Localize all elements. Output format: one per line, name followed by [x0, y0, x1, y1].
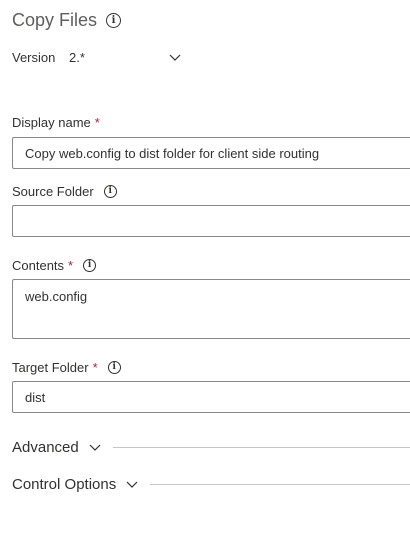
contents-label: Contents	[12, 258, 65, 273]
task-title: Copy Files	[12, 10, 98, 30]
display-name-value: Copy web.config to dist folder for clien…	[25, 145, 320, 161]
version-value: 2.*	[69, 50, 85, 65]
control-options-section-label: Control Options	[12, 476, 117, 493]
target-folder-value: dist	[25, 389, 46, 405]
display-name-label: Display name	[12, 115, 91, 130]
contents-label-row: Contents * i	[12, 258, 97, 273]
chevron-down-icon	[89, 444, 101, 451]
info-icon[interactable]: i	[107, 361, 121, 374]
info-icon[interactable]: i	[83, 259, 97, 272]
required-mark: *	[94, 115, 100, 130]
required-mark: *	[92, 360, 98, 375]
required-mark: *	[68, 258, 74, 273]
target-folder-label: Target Folder	[12, 360, 89, 375]
source-folder-label-row: Source Folder i	[12, 184, 117, 199]
section-divider	[150, 484, 410, 485]
task-title-row: Copy Files i	[12, 10, 122, 31]
contents-value: web.config	[25, 289, 88, 304]
version-selector[interactable]: Version 2.*	[12, 50, 181, 65]
section-divider	[112, 447, 410, 448]
contents-textarea[interactable]: web.config	[12, 279, 410, 339]
source-folder-label: Source Folder	[12, 184, 94, 199]
advanced-section-toggle[interactable]: Advanced	[12, 439, 410, 456]
display-name-label-row: Display name *	[12, 115, 100, 130]
info-icon[interactable]: i	[106, 13, 122, 28]
advanced-section-label: Advanced	[12, 439, 79, 456]
target-folder-label-row: Target Folder * i	[12, 360, 121, 375]
display-name-input[interactable]: Copy web.config to dist folder for clien…	[12, 137, 410, 169]
chevron-down-icon[interactable]	[169, 53, 181, 63]
version-label: Version	[12, 50, 56, 65]
control-options-section-toggle[interactable]: Control Options	[12, 476, 410, 493]
info-icon[interactable]: i	[103, 185, 117, 198]
source-folder-input[interactable]	[12, 205, 410, 237]
chevron-down-icon	[126, 481, 138, 488]
target-folder-input[interactable]: dist	[12, 381, 410, 413]
